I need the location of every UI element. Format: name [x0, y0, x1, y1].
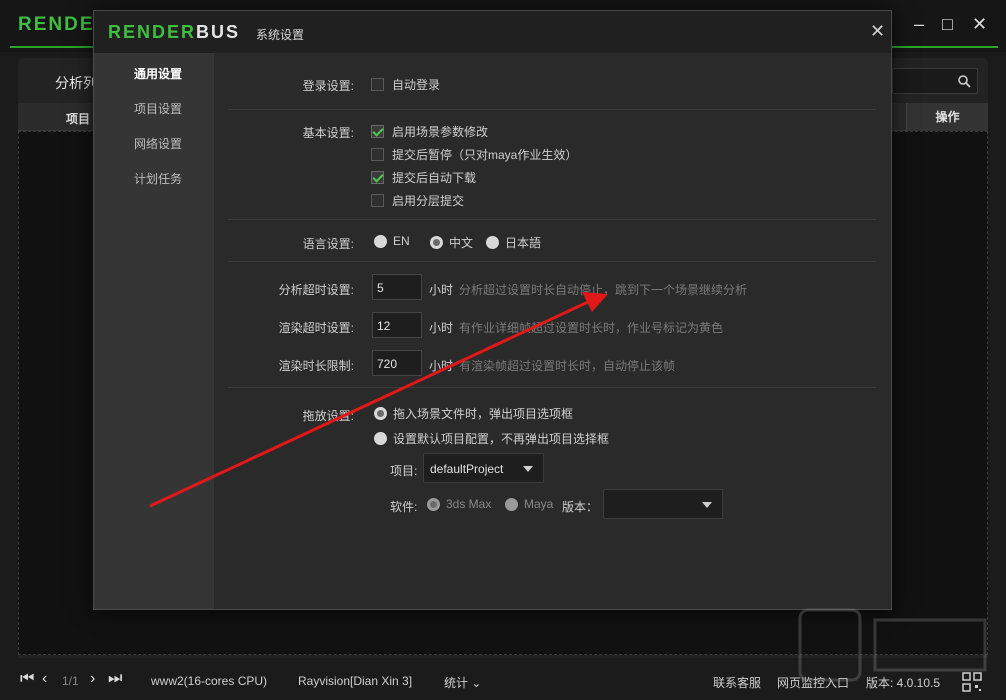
checkbox-box[interactable]	[371, 148, 384, 161]
default-project-radio[interactable]: 设置默认项目配置，不再弹出项目选择框	[374, 430, 609, 447]
contact-support-link[interactable]: 联系客服	[713, 674, 761, 691]
divider	[228, 261, 876, 262]
radio-button-selected[interactable]	[430, 236, 443, 249]
settings-dialog: RENDERBUS 系统设置 ✕ 通用设置 项目设置 网络设置 计划任务 登录设…	[93, 10, 892, 610]
unit-label: 小时	[429, 321, 454, 335]
software-label: 软件:	[390, 500, 418, 514]
search-input[interactable]	[892, 68, 978, 94]
dialog-close-button[interactable]: ✕	[870, 21, 885, 42]
auto-login-checkbox[interactable]: 自动登录	[371, 76, 440, 93]
main-close-button[interactable]: ✕	[972, 14, 987, 34]
layered-submit-checkbox[interactable]: 启用分层提交	[371, 192, 464, 209]
checkbox-checked[interactable]	[371, 125, 384, 138]
first-page-icon[interactable]: ⏮	[20, 670, 34, 688]
analysis-timeout-input[interactable]: 5	[372, 274, 422, 300]
minimize-button[interactable]: –	[914, 14, 924, 34]
basic-settings-label: 基本设置:	[302, 126, 354, 140]
version-select[interactable]	[603, 489, 723, 519]
sidebar-item-schedule[interactable]: 计划任务	[134, 170, 182, 187]
analysis-timeout-hint: 分析超过设置时长自动停止，跳到下一个场景继续分析	[459, 283, 748, 297]
chevron-down-icon	[702, 502, 712, 508]
sidebar-item-project[interactable]: 项目设置	[134, 100, 182, 117]
chevron-down-icon	[523, 466, 533, 472]
language-en-radio[interactable]: EN	[374, 234, 410, 248]
dialog-logo: RENDERBUS	[108, 22, 241, 42]
login-settings-label: 登录设置:	[302, 79, 354, 93]
drag-settings-label: 拖放设置:	[302, 409, 354, 423]
column-action[interactable]: 操作	[906, 103, 988, 131]
drag-popup-radio[interactable]: 拖入场景文件时，弹出项目选项框	[374, 405, 573, 422]
page-indicator: 1/1	[62, 674, 79, 688]
render-timeout-label: 渲染超时设置:	[278, 321, 354, 335]
unit-label: 小时	[429, 283, 454, 297]
unit-label: 小时	[429, 359, 454, 373]
radio-button-selected[interactable]	[374, 407, 387, 420]
watermark-logo	[798, 608, 987, 682]
language-settings-label: 语言设置:	[302, 237, 354, 251]
radio-button[interactable]	[505, 497, 518, 511]
last-page-icon[interactable]: ⏭	[108, 670, 122, 688]
settings-sidebar: 通用设置 项目设置 网络设置 计划任务	[94, 53, 214, 609]
checkbox-box[interactable]	[371, 78, 384, 91]
render-limit-label: 渲染时长限制:	[278, 359, 354, 373]
dialog-title: 系统设置	[256, 28, 305, 42]
radio-button-selected[interactable]	[427, 497, 440, 511]
language-ja-radio[interactable]: 日本語	[486, 234, 541, 251]
machine-info: www2(16-cores CPU)	[151, 674, 268, 688]
prev-page-icon[interactable]: ‹	[42, 670, 47, 688]
column-project[interactable]: 项目	[66, 110, 90, 127]
divider	[228, 387, 876, 388]
main-logo-underline	[10, 46, 96, 48]
sidebar-item-general[interactable]: 通用设置	[134, 65, 182, 82]
maximize-button[interactable]: □	[942, 14, 953, 34]
version-label: 版本：	[562, 500, 599, 514]
next-page-icon[interactable]: ›	[90, 670, 95, 688]
account-info: Rayvision[Dian Xin 3]	[298, 674, 413, 688]
software-maya-radio[interactable]: Maya	[505, 497, 553, 511]
pause-after-submit-checkbox[interactable]: 提交后暂停（只对maya作业生效）	[371, 146, 577, 163]
settings-content: 登录设置: 自动登录 基本设置: 启用场景参数修改 提交后暂停（只对maya作业…	[214, 53, 891, 609]
analysis-timeout-label: 分析超时设置:	[278, 283, 354, 297]
dialog-titlebar: RENDERBUS 系统设置 ✕	[94, 11, 891, 53]
divider	[228, 109, 876, 110]
search-icon[interactable]	[957, 74, 971, 88]
render-limit-input[interactable]: 720	[372, 350, 422, 376]
render-timeout-hint: 有作业详细帧超过设置时长时，作业号标记为黄色	[459, 321, 724, 335]
radio-button[interactable]	[374, 432, 387, 445]
radio-button[interactable]	[374, 234, 387, 248]
render-limit-hint: 有渲染帧超过设置时长时，自动停止该帧	[459, 359, 676, 373]
main-accent-line	[892, 46, 998, 48]
software-3dsmax-radio[interactable]: 3ds Max	[427, 497, 491, 511]
enable-scene-params-checkbox[interactable]: 启用场景参数修改	[371, 123, 488, 140]
tab-analysis-list[interactable]: 分析列	[55, 73, 97, 93]
project-label: 项目:	[390, 464, 418, 478]
stats-dropdown[interactable]: 统计 ⌄	[444, 674, 481, 691]
render-timeout-input[interactable]: 12	[372, 312, 422, 338]
project-select[interactable]: defaultProject	[423, 453, 544, 483]
sidebar-item-network[interactable]: 网络设置	[134, 135, 182, 152]
checkbox-checked[interactable]	[371, 171, 384, 184]
radio-button[interactable]	[486, 236, 499, 249]
language-zh-radio[interactable]: 中文	[430, 234, 473, 251]
divider	[228, 219, 876, 220]
chevron-down-icon: ⌄	[471, 676, 482, 690]
auto-download-checkbox[interactable]: 提交后自动下载	[371, 169, 476, 186]
checkbox-box[interactable]	[371, 194, 384, 207]
